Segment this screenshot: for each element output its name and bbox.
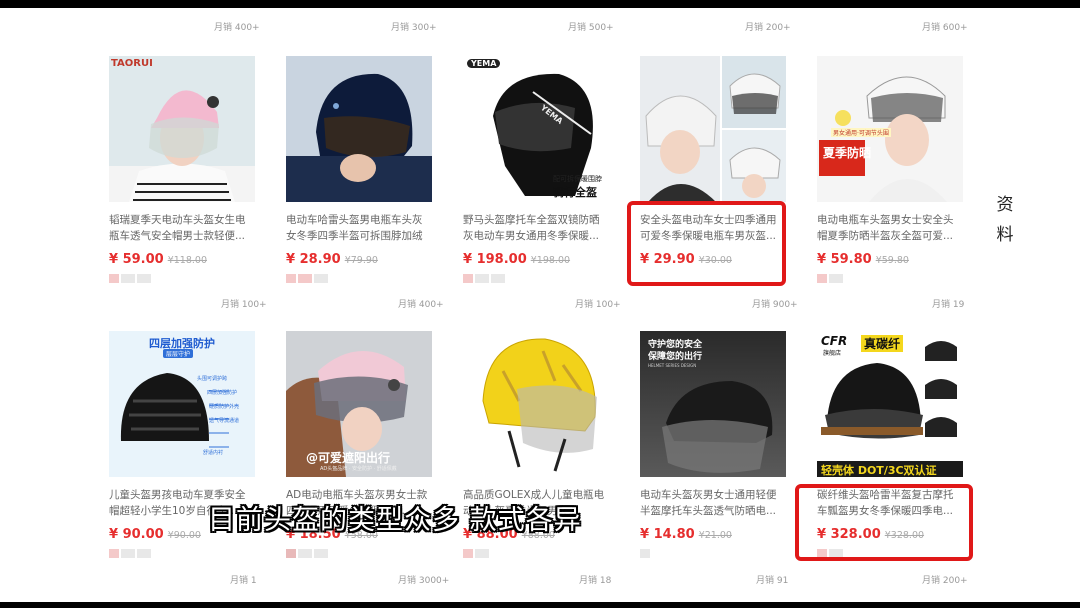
product-image[interactable] [640,56,786,202]
promo-tags [109,549,153,568]
product-title[interactable]: 野马头盔摩托车全盔双镜防晒灰电动车男女通用冬季保暖... [463,212,609,244]
brand-logo: TAORUI [111,58,153,69]
product-title[interactable]: 电动车哈雷头盔男电瓶车头灰女冬季四季半盔可拆围脖加绒 [286,212,432,244]
product-image[interactable] [286,56,432,202]
sales-count: 月销 400+ [214,23,260,33]
brand-store: 旗舰店 [823,350,842,357]
sales-count: 月销 3000+ [398,576,450,586]
product-image[interactable]: 夏季防晒 男女通用·可调节头围 [817,56,963,202]
price: ¥ 198.00 [463,252,527,267]
image-callout: 头围可调护跨 [197,376,228,382]
sales-count: 月销 100+ [221,300,267,310]
original-price: ¥90.00 [167,530,201,541]
sales-count: 月销 200+ [922,576,968,586]
original-price: ¥198.00 [530,255,571,266]
image-tag: 保障您的出行 [648,352,703,362]
price: ¥ 59.80 [817,252,872,267]
original-price: ¥59.80 [875,255,909,266]
product-title[interactable]: 电动车头盔灰男女士通用轻便半盔摩托车头盔透气防晒电... [640,487,786,519]
image-tag: 真碳纤 [861,335,904,352]
sales-count: 月销 100+ [575,300,621,310]
promo-tags [286,549,330,568]
price: ¥ 59.00 [109,252,164,267]
sales-count: 月销 600+ [922,23,968,33]
sales-count: 月销 200+ [745,23,791,33]
product-image[interactable]: YEMA YEMA 配可拆保暖围脖 骑行全盔 [463,56,609,202]
product-image[interactable]: TAORUI [109,56,255,202]
promo-tags [817,274,845,293]
highlight-box [627,201,786,286]
image-callout: 透气导流通道 [209,418,240,424]
sales-count: 月销 500+ [568,23,614,33]
image-tag: AD头盔品牌 · 安全防护 · 舒适佩戴 [320,466,397,472]
image-tag: 男女通用·可调节头围 [831,128,891,137]
image-callout: 硬质防护外壳 [209,404,240,410]
image-tag: HELMET SERIES DESIGN [648,363,697,368]
image-tag: @可爱遮阳出行 [306,451,391,465]
sales-count: 月销 19 [932,300,965,310]
original-price: ¥21.00 [698,530,732,541]
sales-count: 月销 400+ [398,300,444,310]
product-image[interactable] [463,331,609,477]
promo-tags [463,549,491,568]
image-tag: 夏季防晒 [823,146,872,160]
original-price: ¥79.90 [344,255,378,266]
image-callout: 舒适内衬 [203,450,224,456]
image-callout: 四层加强防护 [207,390,238,396]
product-image[interactable]: @可爱遮阳出行 AD头盔品牌 · 安全防护 · 舒适佩戴 [286,331,432,477]
product-image[interactable]: CFR 旗舰店 真碳纤 轻壳体 DOT/3C双认证 [817,331,963,477]
sales-count: 月销 900+ [752,300,798,310]
promo-tags [640,549,652,568]
product-title[interactable]: 电动电瓶车头盔男女士安全头帽夏季防晒半盔灰全盔可爱... [817,212,963,244]
promo-tags [109,274,153,293]
sales-count: 月销 1 [230,576,257,586]
original-price: ¥118.00 [167,255,207,266]
product-image[interactable]: 守护您的安全 保障您的出行 HELMET SERIES DESIGN [640,331,786,477]
brand-logo: CFR [821,334,848,348]
product-title[interactable]: 韬瑞夏季天电动车头盔女生电瓶车透气安全帽男士款轻便... [109,212,255,244]
price: ¥ 28.90 [286,252,341,267]
sales-count: 月销 18 [579,576,612,586]
sales-count: 月销 300+ [391,23,437,33]
image-tag: 骑行全盔 [553,186,597,199]
brand-logo: YEMA [467,59,501,68]
highlight-box [795,484,973,561]
product-image[interactable]: 四层加强防护 层层守护 头围可调护跨 四层加强防护 硬质防护外壳 透气导流通道 … [109,331,255,477]
image-tag: 配可拆保暖围脖 [553,175,602,183]
price: ¥ 14.80 [640,527,695,542]
price: ¥ 90.00 [109,527,164,542]
sales-count: 月销 91 [756,576,789,586]
side-note: 资料 [996,195,1014,245]
video-subtitle: 目前头盔的类型众多 款式各异 [208,505,582,536]
promo-tags [286,274,330,293]
image-tag: 轻壳体 DOT/3C双认证 [821,464,937,477]
promo-tags [463,274,507,293]
image-tag: 层层守护 [163,349,194,358]
